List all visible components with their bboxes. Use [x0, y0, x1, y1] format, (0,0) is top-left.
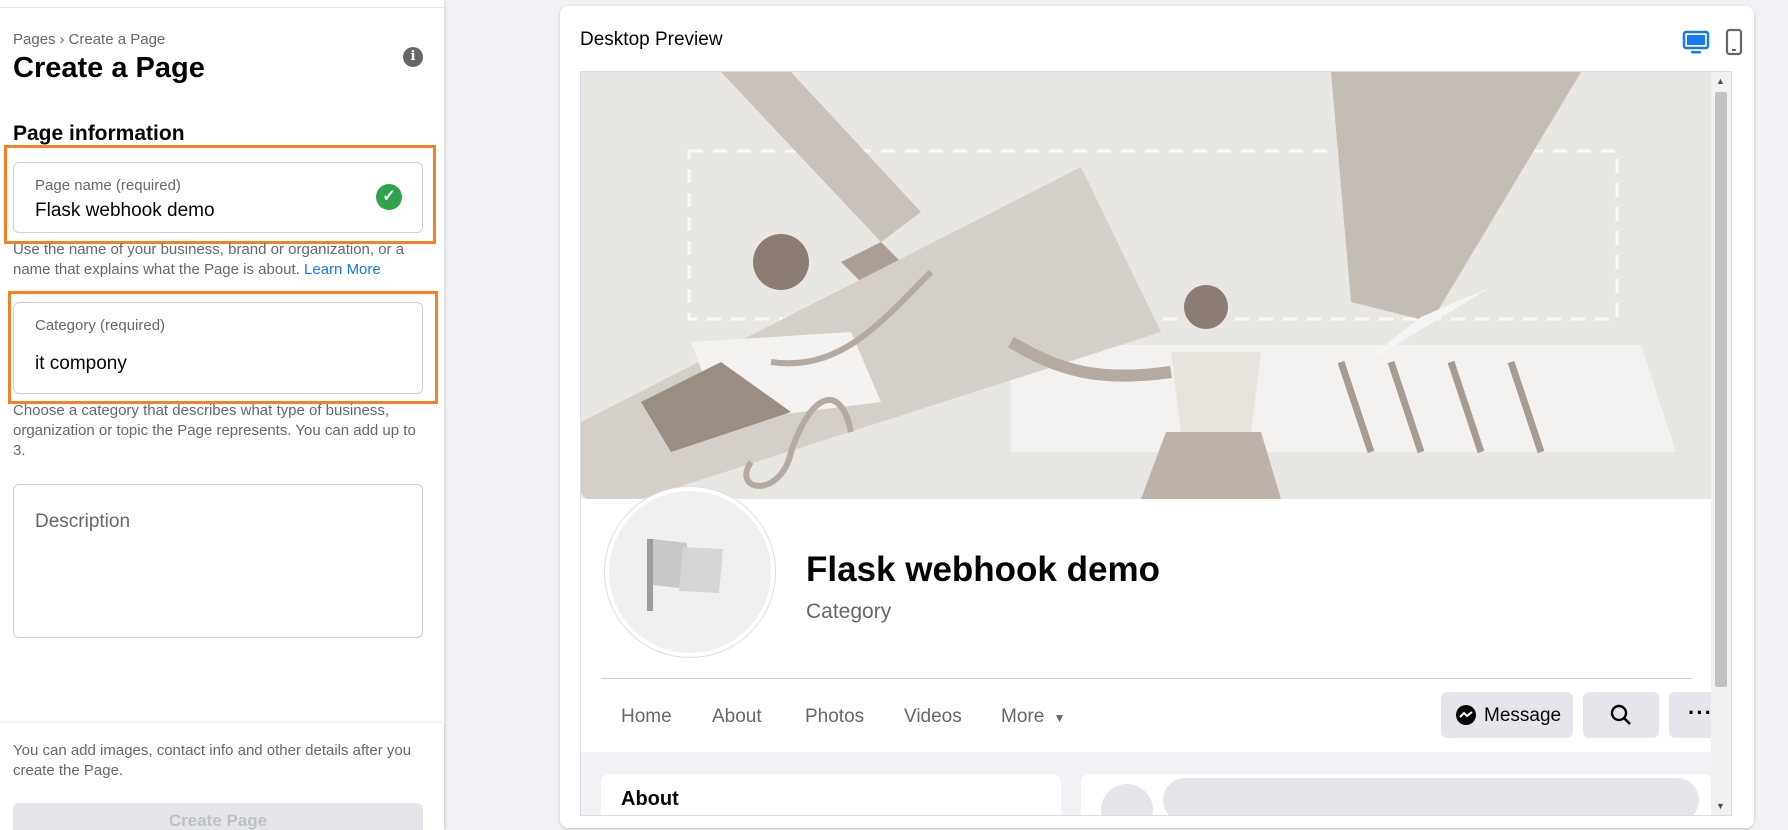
category-help: Choose a category that describes what ty…	[13, 402, 416, 459]
cover-illustration	[581, 72, 1731, 499]
about-card: About	[601, 774, 1061, 815]
preview-card: Desktop Preview Flask webhook demo Categ…	[560, 6, 1754, 828]
create-page-button[interactable]: Create Page	[13, 803, 423, 830]
category-field[interactable]: Category (required) it compony	[13, 302, 423, 394]
tab-photos[interactable]: Photos	[805, 706, 864, 728]
scroll-down-arrow[interactable]: ▼	[1716, 801, 1725, 811]
category-input[interactable]: it compony	[35, 353, 127, 375]
cover-photo	[581, 72, 1731, 499]
post-avatar	[1101, 784, 1153, 815]
breadcrumb-separator: ›	[59, 31, 65, 48]
mobile-icon[interactable]	[1718, 26, 1750, 58]
flag-icon	[647, 539, 723, 611]
panel-footer: You can add images, contact info and oth…	[0, 723, 444, 830]
tab-home[interactable]: Home	[621, 706, 672, 728]
page-name-input[interactable]: Flask webhook demo	[35, 200, 215, 222]
panel-top-divider	[0, 0, 444, 8]
profile-picture	[605, 487, 775, 657]
footer-note: You can add images, contact info and oth…	[13, 742, 412, 779]
desktop-icon[interactable]	[1680, 26, 1712, 58]
tab-more-label: More	[1001, 706, 1045, 727]
search-icon	[1610, 704, 1631, 725]
preview-title: Desktop Preview	[580, 29, 723, 50]
message-button-label: Message	[1484, 705, 1562, 726]
preview-frame: Flask webhook demo Category Home About P…	[580, 71, 1732, 816]
preview-scrollbar[interactable]: ▲ ▼	[1711, 72, 1731, 815]
page-name-field[interactable]: Page name (required) Flask webhook demo …	[13, 162, 423, 233]
caret-down-icon: ▼	[1053, 711, 1066, 725]
tab-about[interactable]: About	[712, 706, 762, 728]
about-card-title: About	[621, 788, 679, 810]
scroll-thumb[interactable]	[1715, 92, 1727, 687]
section-title: Page information	[13, 122, 185, 145]
create-post-input[interactable]	[1163, 778, 1699, 815]
category-label: Category (required)	[35, 317, 166, 334]
create-post-card	[1081, 774, 1712, 815]
create-page-panel: Pages › Create a Page Create a Page i Page…	[0, 0, 444, 830]
page-title: Create a Page	[13, 52, 205, 84]
scroll-up-arrow[interactable]: ▲	[1716, 76, 1725, 86]
preview-page-name: Flask webhook demo	[806, 550, 1160, 589]
preview-category: Category	[806, 600, 892, 623]
search-button[interactable]	[1583, 692, 1659, 738]
tab-more[interactable]: More ▼	[1001, 706, 1065, 728]
learn-more-link[interactable]: Learn More	[304, 261, 381, 278]
breadcrumb-current: Create a Page	[68, 31, 166, 48]
info-icon[interactable]: i	[403, 47, 423, 67]
breadcrumb-pages-link[interactable]: Pages	[13, 31, 56, 48]
header-divider	[601, 678, 1692, 679]
description-placeholder: Description	[35, 511, 131, 532]
message-button[interactable]: Message	[1441, 692, 1573, 738]
description-field[interactable]: Description	[13, 484, 423, 638]
tab-videos[interactable]: Videos	[904, 706, 962, 728]
check-circle-icon: ✓	[376, 184, 402, 210]
messenger-icon	[1456, 705, 1476, 725]
more-dots-icon: ···	[1688, 700, 1713, 725]
breadcrumb: Pages › Create a Page	[13, 31, 165, 48]
page-name-label: Page name (required)	[35, 177, 181, 194]
page-name-help: Use the name of your business, brand or …	[13, 240, 423, 280]
